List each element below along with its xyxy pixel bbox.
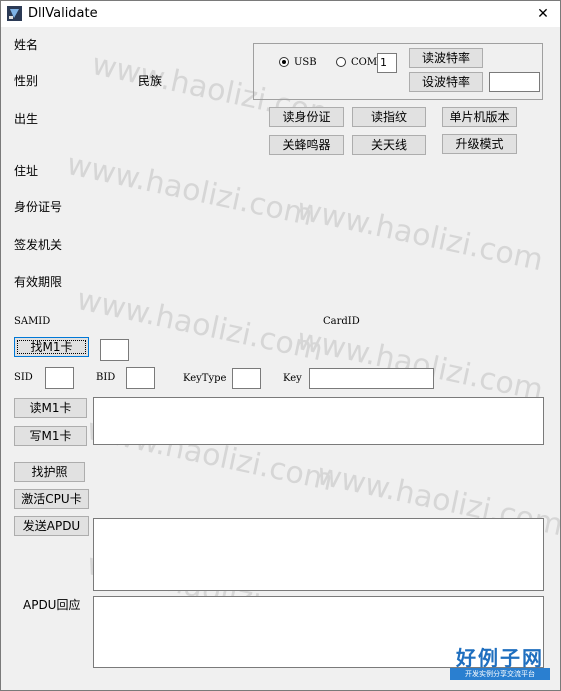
- issuer-label: 签发机关: [14, 238, 63, 252]
- focus-ring: [17, 340, 86, 354]
- set-baud-button[interactable]: 设波特率: [409, 72, 483, 92]
- baud-rate-field[interactable]: [489, 72, 540, 92]
- app-icon: [7, 6, 22, 21]
- find-m1-card-button[interactable]: 找M1卡: [14, 337, 89, 357]
- nation-label: 民族: [138, 74, 163, 88]
- site-logo: 好例子网 开发实例分享交流平台: [446, 642, 554, 682]
- find-passport-button[interactable]: 找护照: [14, 462, 85, 482]
- antenna-off-button[interactable]: 关天线: [352, 135, 426, 155]
- key-field[interactable]: [309, 368, 434, 389]
- send-apdu-button[interactable]: 发送APDU: [14, 516, 89, 536]
- sid-label: SID: [14, 372, 33, 383]
- watermark: www.haolizi.com: [293, 192, 547, 279]
- validity-label: 有效期限: [14, 275, 63, 289]
- m1-data-textarea[interactable]: [93, 397, 544, 445]
- logo-sub-text: 开发实例分享交流平台: [450, 668, 550, 680]
- logo-main-text: 好例子网: [456, 646, 544, 670]
- key-label: Key: [283, 373, 302, 384]
- read-fingerprint-button[interactable]: 读指纹: [352, 107, 426, 127]
- sex-label: 性别: [14, 74, 39, 88]
- address-label: 住址: [14, 164, 39, 178]
- watermark: www.haolizi.com: [293, 322, 547, 409]
- sid-field[interactable]: [45, 367, 74, 389]
- com-label: COM: [351, 57, 378, 68]
- mcu-version-button[interactable]: 单片机版本: [442, 107, 517, 127]
- watermark: www.haolizi.com: [63, 147, 317, 234]
- apdu-command-textarea[interactable]: [93, 518, 544, 591]
- apdu-response-label: APDU回应: [23, 598, 81, 612]
- bid-field[interactable]: [126, 367, 155, 389]
- client-area: www.haolizi.com www.haolizi.com www.haol…: [1, 27, 560, 690]
- upgrade-mode-button[interactable]: 升级模式: [442, 134, 517, 154]
- keytype-field[interactable]: [232, 368, 261, 389]
- write-m1-card-button[interactable]: 写M1卡: [14, 426, 87, 446]
- id-number-label: 身份证号: [14, 200, 63, 214]
- usb-radio[interactable]: [279, 57, 289, 67]
- beeper-off-button[interactable]: 关蜂鸣器: [269, 135, 344, 155]
- title-bar[interactable]: DllValidate ✕: [1, 1, 560, 27]
- dll-validate-window: DllValidate ✕ www.haolizi.com www.haoliz…: [0, 0, 561, 691]
- com-number-field[interactable]: 1: [377, 53, 397, 73]
- cardid-label: CardID: [323, 316, 360, 327]
- activate-cpu-card-button[interactable]: 激活CPU卡: [14, 489, 89, 509]
- close-button[interactable]: ✕: [526, 1, 560, 27]
- com-radio[interactable]: [336, 57, 346, 67]
- samid-label: SAMID: [14, 316, 51, 327]
- read-m1-card-button[interactable]: 读M1卡: [14, 398, 87, 418]
- read-id-card-button[interactable]: 读身份证: [269, 107, 344, 127]
- usb-label: USB: [294, 57, 317, 68]
- birth-label: 出生: [14, 112, 39, 126]
- keytype-label: KeyType: [183, 373, 227, 384]
- radio-selected-dot: [282, 60, 286, 64]
- m1-card-result-field[interactable]: [100, 339, 129, 361]
- read-baud-button[interactable]: 读波特率: [409, 48, 483, 68]
- name-label: 姓名: [14, 38, 39, 52]
- window-title: DllValidate: [28, 6, 98, 21]
- bid-label: BID: [96, 372, 116, 383]
